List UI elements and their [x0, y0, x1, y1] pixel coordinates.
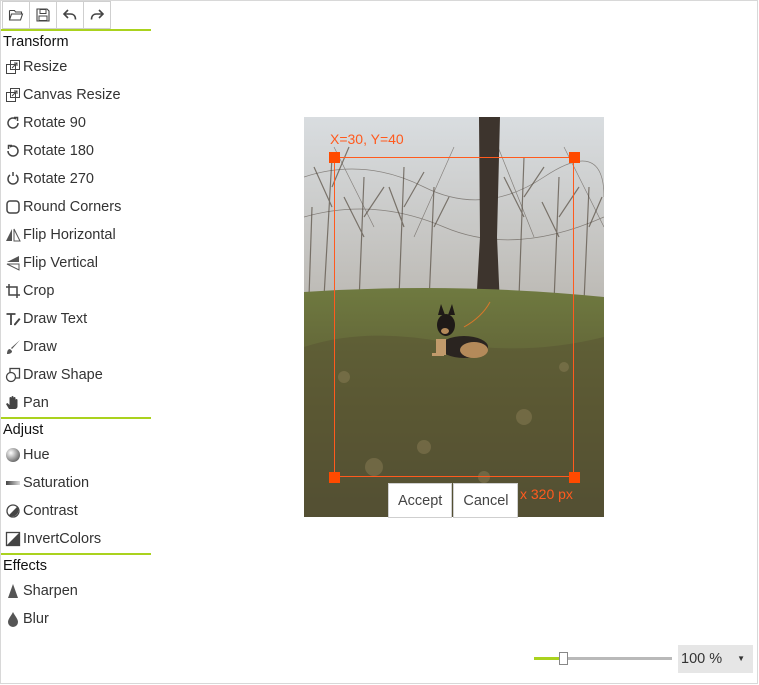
sidebar-item-blur[interactable]: Blur [1, 605, 151, 633]
sidebar-item-draw-shape[interactable]: Draw Shape [1, 361, 151, 389]
contrast-icon [4, 503, 21, 520]
sidebar-item-label: Rotate 180 [23, 143, 94, 159]
round-corners-icon [4, 199, 21, 216]
sidebar-item-crop[interactable]: Crop [1, 277, 151, 305]
sidebar-item-round-corners[interactable]: Round Corners [1, 193, 151, 221]
zoom-slider-thumb[interactable] [559, 652, 568, 665]
saturation-icon [4, 475, 21, 492]
sidebar-item-label: Resize [23, 59, 68, 75]
redo-icon [90, 9, 105, 20]
zoom-value: 100 % [681, 651, 723, 667]
sidebar-item-label: Round Corners [23, 199, 122, 215]
sidebar-item-flip-vertical[interactable]: Flip Vertical [1, 249, 151, 277]
chevron-down-icon: ▼ [737, 654, 745, 663]
sidebar-item-draw[interactable]: Draw [1, 333, 151, 361]
blur-icon [4, 611, 21, 628]
sidebar-item-canvas-resize[interactable]: Canvas Resize [1, 81, 151, 109]
crop-handle-bottom-left[interactable] [329, 472, 340, 483]
rotate-270-icon [4, 171, 21, 188]
zoom-slider[interactable] [534, 657, 672, 660]
sidebar-item-label: Hue [23, 447, 50, 463]
sidebar-item-label: Rotate 90 [23, 115, 86, 131]
crop-handle-bottom-right[interactable] [569, 472, 580, 483]
sidebar-item-label: Draw Shape [23, 367, 103, 383]
sidebar-item-contrast[interactable]: Contrast [1, 497, 151, 525]
transform-section-title: Transform [1, 29, 151, 53]
crop-icon [4, 283, 21, 300]
crop-handle-top-left[interactable] [329, 152, 340, 163]
save-icon [36, 8, 50, 22]
sidebar-item-label: Saturation [23, 475, 90, 491]
crop-actions: Accept Cancel [388, 483, 519, 518]
effects-section-title: Effects [1, 553, 151, 577]
sidebar: Transform Resize Canvas Resize Rotate 90… [1, 29, 151, 633]
open-button[interactable] [2, 1, 30, 29]
folder-open-icon [8, 9, 24, 21]
sidebar-item-label: Canvas Resize [23, 87, 121, 103]
sidebar-item-rotate-180[interactable]: Rotate 180 [1, 137, 151, 165]
flip-vertical-icon [4, 255, 21, 272]
crop-selection[interactable] [334, 157, 574, 477]
rotate-180-icon [4, 143, 21, 160]
sidebar-item-hue[interactable]: Hue [1, 441, 151, 469]
undo-icon [62, 9, 77, 20]
zoom-dropdown[interactable]: 100 % ▼ [678, 645, 753, 673]
save-button[interactable] [29, 1, 57, 29]
sidebar-item-rotate-90[interactable]: Rotate 90 [1, 109, 151, 137]
sidebar-item-invert-colors[interactable]: InvertColors [1, 525, 151, 553]
sidebar-item-label: Draw Text [23, 311, 88, 327]
hue-icon [4, 447, 21, 464]
sidebar-item-resize[interactable]: Resize [1, 53, 151, 81]
crop-size-label: x 320 px [520, 486, 573, 502]
adjust-section-title: Adjust [1, 417, 151, 441]
draw-text-icon [4, 311, 21, 328]
sidebar-item-label: Rotate 270 [23, 171, 94, 187]
accept-button[interactable]: Accept [388, 483, 453, 518]
sidebar-item-rotate-270[interactable]: Rotate 270 [1, 165, 151, 193]
sidebar-item-sharpen[interactable]: Sharpen [1, 577, 151, 605]
sidebar-item-label: Sharpen [23, 583, 78, 599]
sidebar-item-saturation[interactable]: Saturation [1, 469, 151, 497]
sidebar-item-label: Contrast [23, 503, 78, 519]
crop-handle-top-right[interactable] [569, 152, 580, 163]
resize-icon [4, 59, 21, 76]
sidebar-item-label: Blur [23, 611, 49, 627]
sidebar-item-label: Flip Horizontal [23, 227, 116, 243]
rotate-90-icon [4, 115, 21, 132]
toolbar [2, 1, 111, 29]
sidebar-item-label: Crop [23, 283, 55, 299]
sidebar-item-label: Pan [23, 395, 49, 411]
sidebar-item-flip-horizontal[interactable]: Flip Horizontal [1, 221, 151, 249]
flip-horizontal-icon [4, 227, 21, 244]
sidebar-item-pan[interactable]: Pan [1, 389, 151, 417]
cancel-button[interactable]: Cancel [453, 483, 519, 518]
undo-button[interactable] [56, 1, 84, 29]
canvas-resize-icon [4, 87, 21, 104]
sidebar-item-draw-text[interactable]: Draw Text [1, 305, 151, 333]
crop-coordinates-label: X=30, Y=40 [330, 131, 404, 147]
invert-colors-icon [4, 531, 21, 548]
sharpen-icon [4, 583, 21, 600]
sidebar-item-label: InvertColors [23, 531, 102, 547]
sidebar-item-label: Draw [23, 339, 57, 355]
redo-button[interactable] [83, 1, 111, 29]
hand-icon [4, 395, 21, 412]
sidebar-item-label: Flip Vertical [23, 255, 98, 271]
brush-icon [4, 339, 21, 356]
draw-shape-icon [4, 367, 21, 384]
